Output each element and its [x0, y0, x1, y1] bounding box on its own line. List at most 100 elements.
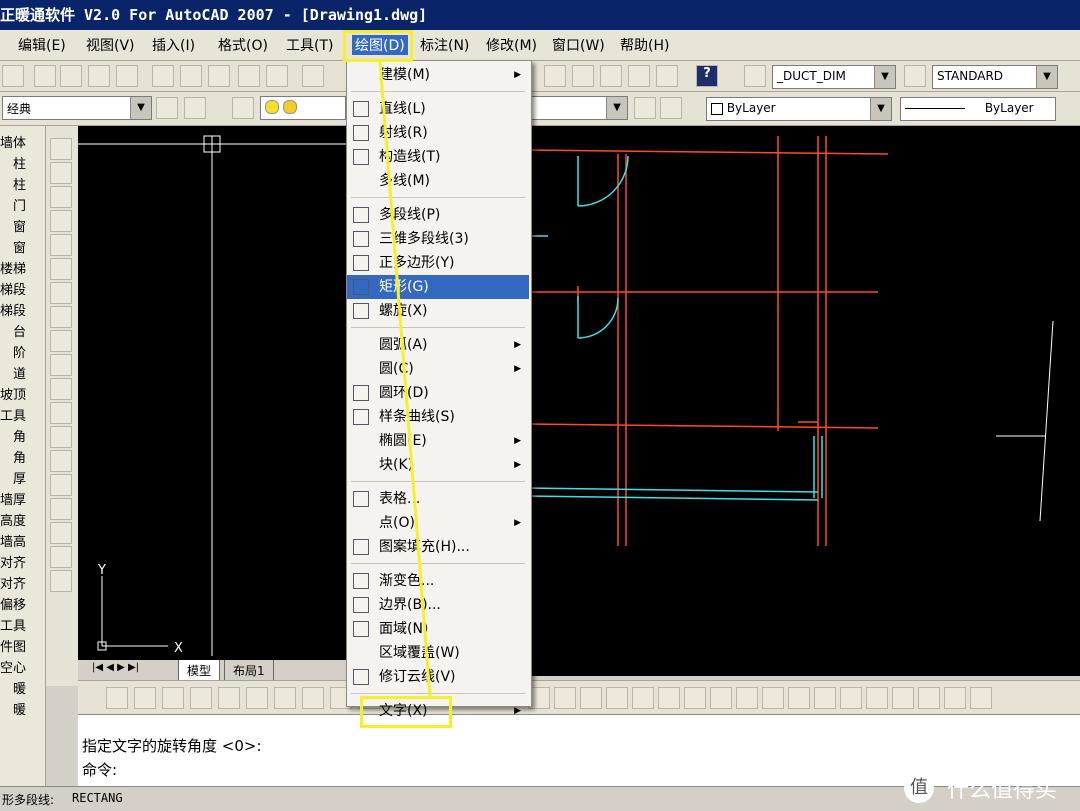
menu-item[interactable]: 三维多段线(3) [347, 227, 529, 251]
layer-previous-icon[interactable] [634, 97, 656, 119]
tab-layout1[interactable]: 布局1 [224, 660, 274, 682]
cut-icon[interactable] [152, 65, 174, 87]
textstyle-select[interactable]: STANDARD ▼ [932, 65, 1058, 89]
tool-item[interactable]: 角 [0, 447, 44, 466]
menu-item[interactable]: 椭圆(E) ▶ [347, 429, 529, 453]
print-icon[interactable] [34, 65, 56, 87]
make-block-icon[interactable] [50, 426, 72, 448]
bottom-tool-icon[interactable] [580, 687, 602, 709]
tool-item[interactable]: 门 [0, 195, 44, 214]
bottom-tool-icon[interactable] [106, 687, 128, 709]
menu-item[interactable]: 样条曲线(S) [347, 405, 529, 429]
menu-item[interactable]: 图案填充(H)... [347, 535, 529, 559]
bottom-tool-icon[interactable] [788, 687, 810, 709]
menu-view[interactable]: 视图(V) [86, 35, 135, 55]
workspace-select[interactable]: 经典 ▼ [2, 96, 152, 120]
tool-item[interactable]: 对齐 [0, 573, 44, 592]
bottom-tool-icon[interactable] [814, 687, 836, 709]
tool-item[interactable]: 工具 [0, 405, 44, 424]
tool-item[interactable]: 暖 [0, 678, 44, 697]
region-icon[interactable] [50, 522, 72, 544]
menu-item[interactable]: 渐变色... [347, 569, 529, 593]
dimstyle-select[interactable]: _DUCT_DIM ▼ [772, 65, 896, 89]
bottom-tool-icon[interactable] [840, 687, 862, 709]
table-icon[interactable] [50, 546, 72, 568]
circle-icon[interactable] [50, 282, 72, 304]
menu-item[interactable]: 块(K) ▶ [347, 453, 529, 477]
tool-item[interactable]: 柱 [0, 153, 44, 172]
gradient-icon[interactable] [50, 498, 72, 520]
workspace-save-icon[interactable] [184, 97, 206, 119]
menu-help[interactable]: 帮助(H) [620, 35, 669, 55]
bottom-tool-icon[interactable] [736, 687, 758, 709]
menu-tools[interactable]: 工具(T) [286, 35, 333, 55]
bottom-tool-icon[interactable] [274, 687, 296, 709]
arc-icon[interactable] [50, 186, 72, 208]
tool-palettes-icon[interactable] [600, 65, 622, 87]
bottom-tool-icon[interactable] [606, 687, 628, 709]
undo-icon[interactable] [302, 65, 324, 87]
menu-item[interactable]: 表格... [347, 487, 529, 511]
tool-item[interactable]: 高度 [0, 510, 44, 529]
bottom-tool-icon[interactable] [554, 687, 576, 709]
hatch-icon[interactable] [50, 474, 72, 496]
linetype-select[interactable]: ByLayer [900, 97, 1056, 121]
tool-item[interactable]: 道 [0, 363, 44, 382]
menu-format[interactable]: 格式(O) [218, 35, 268, 55]
tool-item[interactable]: 厚 [0, 468, 44, 487]
ellipse-arc-icon[interactable] [50, 378, 72, 400]
bottom-tool-icon[interactable] [134, 687, 156, 709]
bottom-tool-icon[interactable] [918, 687, 940, 709]
menu-item[interactable]: 建模(M) ▶ [347, 63, 529, 87]
tool-item[interactable]: 坡顶 [0, 384, 44, 403]
color-select[interactable]: ByLayer ▼ [706, 97, 892, 121]
paste-icon[interactable] [208, 65, 230, 87]
polyline-icon[interactable] [50, 162, 72, 184]
menu-item[interactable]: 正多边形(Y) [347, 251, 529, 275]
menu-item[interactable]: 修订云线(V) [347, 665, 529, 689]
tool-item[interactable]: 墙高 [0, 531, 44, 550]
tool-item[interactable]: 空心 [0, 657, 44, 676]
tool-item[interactable]: 梯段 [0, 279, 44, 298]
menu-item[interactable]: 直线(L) [347, 97, 529, 121]
menu-item[interactable]: 圆弧(A) ▶ [347, 333, 529, 357]
line-icon[interactable] [50, 138, 72, 160]
bottom-tool-icon[interactable] [632, 687, 654, 709]
menu-item[interactable]: 矩形(G) [347, 275, 529, 299]
properties-icon[interactable] [544, 65, 566, 87]
insert-block-icon[interactable] [50, 402, 72, 424]
menu-item[interactable]: 射线(R) [347, 121, 529, 145]
tool-item[interactable]: 柱 [0, 174, 44, 193]
tool-item[interactable]: 墙体 [0, 132, 44, 151]
ellipse-icon[interactable] [50, 354, 72, 376]
tool-item[interactable]: 墙厚 [0, 489, 44, 508]
block-editor-icon[interactable] [266, 65, 288, 87]
layer-select[interactable] [260, 96, 346, 120]
menu-item[interactable]: 多段线(P) [347, 203, 529, 227]
tool-item[interactable]: 台 [0, 321, 44, 340]
bottom-tool-icon[interactable] [866, 687, 888, 709]
design-center-icon[interactable] [572, 65, 594, 87]
menu-item[interactable]: 圆(C) ▶ [347, 357, 529, 381]
tab-model[interactable]: 模型 [178, 660, 221, 682]
copy-icon[interactable] [180, 65, 202, 87]
layer-select-tail[interactable]: ▼ [530, 96, 628, 120]
menu-item[interactable]: 面域(N) [347, 617, 529, 641]
tool-item[interactable]: 暖 [0, 699, 44, 718]
menu-item[interactable]: 多线(M) [347, 169, 529, 193]
polygon-icon[interactable] [50, 210, 72, 232]
menu-modify[interactable]: 修改(M) [486, 35, 537, 55]
bottom-tool-icon[interactable] [944, 687, 966, 709]
command-prompt[interactable]: 命令: [82, 759, 117, 780]
bottom-tool-icon[interactable] [970, 687, 992, 709]
tool-item[interactable]: 窗 [0, 237, 44, 256]
menu-edit[interactable]: 编辑(E) [18, 35, 66, 55]
tool-item[interactable]: 件图 [0, 636, 44, 655]
bottom-tool-icon[interactable] [246, 687, 268, 709]
rectangle-icon[interactable] [50, 234, 72, 256]
save-icon[interactable] [2, 65, 24, 87]
drawing-canvas[interactable]: Y X [78, 126, 1080, 676]
menu-item[interactable]: 区域覆盖(W) [347, 641, 529, 665]
bottom-tool-icon[interactable] [710, 687, 732, 709]
menu-item[interactable]: 边界(B)... [347, 593, 529, 617]
